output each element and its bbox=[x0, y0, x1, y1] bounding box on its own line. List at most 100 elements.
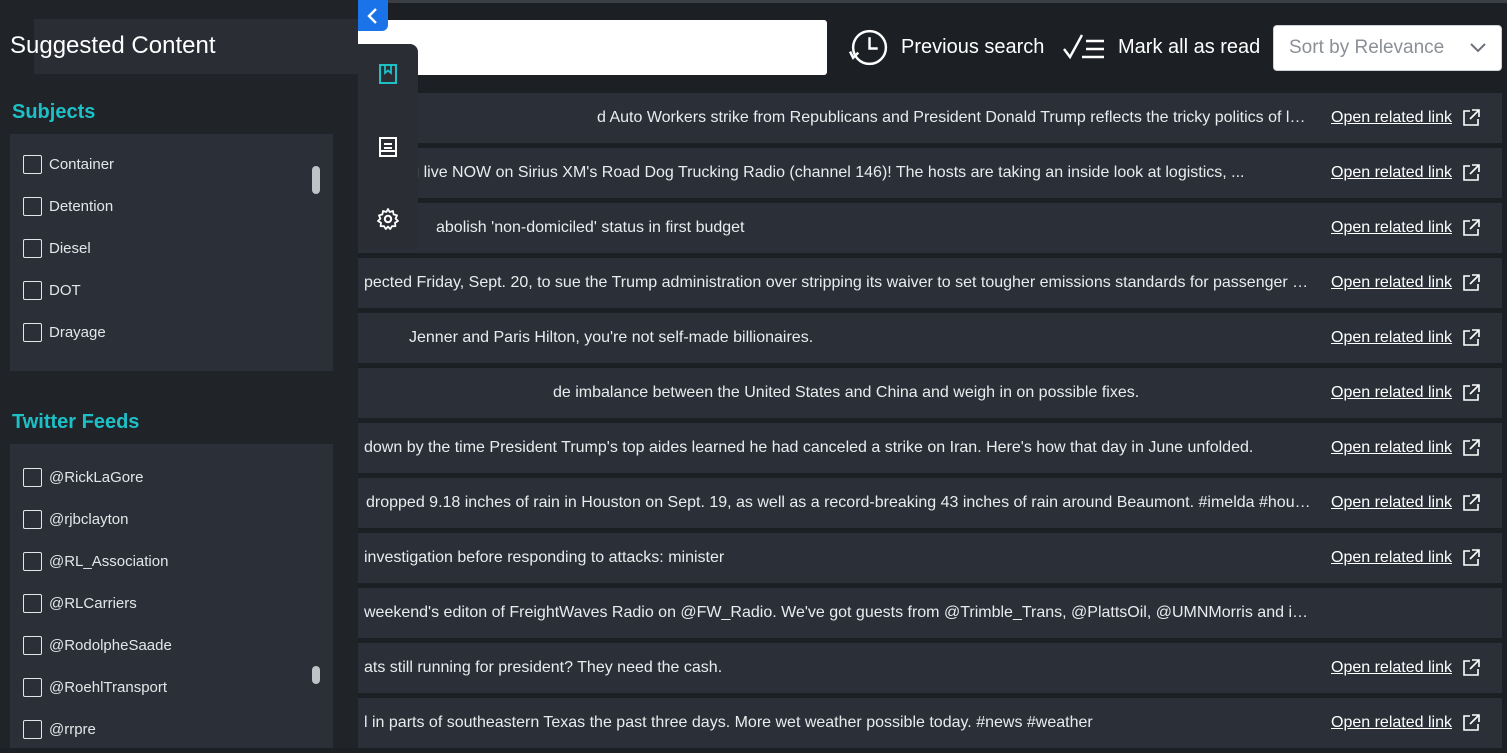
twitter-feed-item[interactable]: @rjbclayton bbox=[23, 510, 128, 529]
subject-item[interactable]: Detention bbox=[23, 197, 113, 216]
open-related-link[interactable]: Open related link bbox=[1331, 423, 1481, 473]
external-link-icon bbox=[1463, 274, 1480, 291]
mark-all-read-button[interactable]: Mark all as read bbox=[1062, 22, 1260, 72]
feed-row-text[interactable]: is airing live NOW on Sirius XM's Road D… bbox=[364, 148, 1311, 198]
chevron-left-icon bbox=[367, 7, 377, 24]
open-related-link[interactable]: Open related link bbox=[1331, 533, 1481, 583]
feed-row-text[interactable]: dropped 9.18 inches of rain in Houston o… bbox=[366, 478, 1311, 528]
twitter-feed-item[interactable]: @RickLaGore bbox=[23, 468, 143, 487]
external-link-icon bbox=[1463, 659, 1480, 676]
twitter-scrollbar[interactable] bbox=[312, 666, 320, 684]
twitter-feed-item[interactable]: @RLCarriers bbox=[23, 594, 137, 613]
open-related-link-label: Open related link bbox=[1331, 494, 1452, 511]
external-link-icon bbox=[1463, 109, 1480, 126]
feed-row-text[interactable]: abolish 'non-domiciled' status in first … bbox=[436, 203, 1311, 253]
open-related-link-label: Open related link bbox=[1331, 109, 1452, 126]
open-related-link[interactable]: Open related link bbox=[1331, 643, 1481, 693]
panel-title: Suggested Content bbox=[10, 32, 216, 59]
feed-row-text[interactable]: ats still running for president? They ne… bbox=[364, 643, 1311, 693]
subjects-heading: Subjects bbox=[12, 101, 96, 123]
feed-row-text[interactable]: l in parts of southeastern Texas the pas… bbox=[364, 698, 1311, 748]
open-related-link[interactable]: Open related link bbox=[1331, 148, 1481, 198]
feed-row-text[interactable]: weekend's editon of FreightWaves Radio o… bbox=[364, 588, 1311, 638]
feed-row-text[interactable]: pected Friday, Sept. 20, to sue the Trum… bbox=[364, 258, 1311, 308]
sort-select-value: Sort by Relevance bbox=[1289, 37, 1445, 58]
twitter-feed-label: @RickLaGore bbox=[49, 469, 144, 486]
tab-settings[interactable] bbox=[374, 205, 402, 233]
open-related-link[interactable]: Open related link bbox=[1331, 698, 1481, 748]
feed-row-text[interactable]: d Auto Workers strike from Republicans a… bbox=[597, 93, 1311, 143]
tab-bookmarks[interactable] bbox=[374, 60, 402, 88]
checkbox[interactable] bbox=[23, 197, 42, 216]
open-related-link-label: Open related link bbox=[1331, 659, 1452, 676]
subject-label: Diesel bbox=[49, 240, 91, 257]
external-link-icon bbox=[1463, 384, 1480, 401]
tab-documents[interactable] bbox=[374, 133, 402, 161]
checkbox[interactable] bbox=[23, 468, 42, 487]
open-related-link-label: Open related link bbox=[1331, 439, 1452, 456]
twitter-feed-item[interactable]: @RoehlTransport bbox=[23, 678, 167, 697]
external-link-icon bbox=[1463, 219, 1480, 236]
open-related-link[interactable]: Open related link bbox=[1331, 203, 1481, 253]
checkbox[interactable] bbox=[23, 281, 42, 300]
checklist-icon bbox=[1063, 34, 1104, 60]
twitter-feed-item[interactable]: @RodolpheSaade bbox=[23, 636, 172, 655]
twitter-feed-label: @RodolpheSaade bbox=[49, 637, 172, 654]
open-related-link[interactable]: Open related link bbox=[1331, 313, 1481, 363]
open-related-link[interactable]: Open related link bbox=[1331, 258, 1481, 308]
checkbox[interactable] bbox=[23, 720, 42, 739]
external-link-icon bbox=[1463, 714, 1480, 731]
previous-search-label: Previous search bbox=[901, 35, 1045, 58]
clock-history-icon bbox=[848, 29, 888, 65]
twitter-feed-label: @rjbclayton bbox=[49, 511, 129, 528]
external-link-icon bbox=[1463, 494, 1480, 511]
side-tab-bar bbox=[358, 44, 418, 249]
subject-item[interactable]: DOT bbox=[23, 281, 81, 300]
document-icon bbox=[379, 137, 397, 157]
feed-row-text[interactable]: investigation before responding to attac… bbox=[364, 533, 1311, 583]
subject-item[interactable]: Drayage bbox=[23, 323, 106, 342]
open-related-link-label: Open related link bbox=[1331, 714, 1452, 731]
subject-label: Container bbox=[49, 156, 115, 173]
open-related-link-label: Open related link bbox=[1331, 164, 1452, 181]
twitter-feed-item[interactable]: @rrpre bbox=[23, 720, 96, 739]
checkbox[interactable] bbox=[23, 510, 42, 529]
feed-row-text[interactable]: down by the time President Trump's top a… bbox=[364, 423, 1311, 473]
checkbox[interactable] bbox=[23, 636, 42, 655]
twitter-feed-label: @RoehlTransport bbox=[49, 679, 168, 696]
feed-row-text[interactable]: de imbalance between the United States a… bbox=[553, 368, 1311, 418]
checkbox[interactable] bbox=[23, 323, 42, 342]
previous-search-button[interactable]: Previous search bbox=[848, 22, 1044, 72]
collapse-panel-button[interactable] bbox=[358, 0, 388, 31]
external-link-icon bbox=[1463, 439, 1480, 456]
feed-row-text[interactable]: Jenner and Paris Hilton, you're not self… bbox=[409, 313, 1311, 363]
checkbox[interactable] bbox=[23, 155, 42, 174]
external-link-icon bbox=[1463, 549, 1480, 566]
chevron-down-icon bbox=[1470, 43, 1486, 53]
subject-label: DOT bbox=[49, 282, 81, 299]
twitter-feed-item[interactable]: @RL_Association bbox=[23, 552, 168, 571]
twitter-feed-label: @RLCarriers bbox=[49, 595, 137, 612]
external-link-icon bbox=[1463, 164, 1480, 181]
sort-select[interactable]: Sort by Relevance bbox=[1273, 25, 1502, 71]
open-related-link-label: Open related link bbox=[1331, 274, 1452, 291]
checkbox[interactable] bbox=[23, 239, 42, 258]
open-related-link[interactable]: Open related link bbox=[1331, 478, 1481, 528]
checkbox[interactable] bbox=[23, 552, 42, 571]
open-related-link-label: Open related link bbox=[1331, 549, 1452, 566]
twitter-feeds-list: @RickLaGore @rjbclayton @RL_Association @RL… bbox=[10, 444, 333, 748]
suggested-content-panel: Suggested Content Subjects Container Dete… bbox=[0, 0, 358, 748]
gear-icon bbox=[377, 208, 399, 230]
twitter-feed-label: @rrpre bbox=[49, 721, 96, 738]
subject-item[interactable]: Container bbox=[23, 155, 114, 174]
open-related-link-label: Open related link bbox=[1331, 219, 1452, 236]
mark-all-read-label: Mark all as read bbox=[1118, 35, 1261, 58]
checkbox[interactable] bbox=[23, 594, 42, 613]
open-related-link[interactable]: Open related link bbox=[1331, 368, 1481, 418]
subjects-scrollbar[interactable] bbox=[312, 166, 320, 194]
checkbox[interactable] bbox=[23, 678, 42, 697]
subject-item[interactable]: Diesel bbox=[23, 239, 91, 258]
twitter-feeds-heading: Twitter Feeds bbox=[12, 411, 140, 433]
open-related-link[interactable]: Open related link bbox=[1331, 93, 1481, 143]
open-related-link-label: Open related link bbox=[1331, 329, 1452, 346]
